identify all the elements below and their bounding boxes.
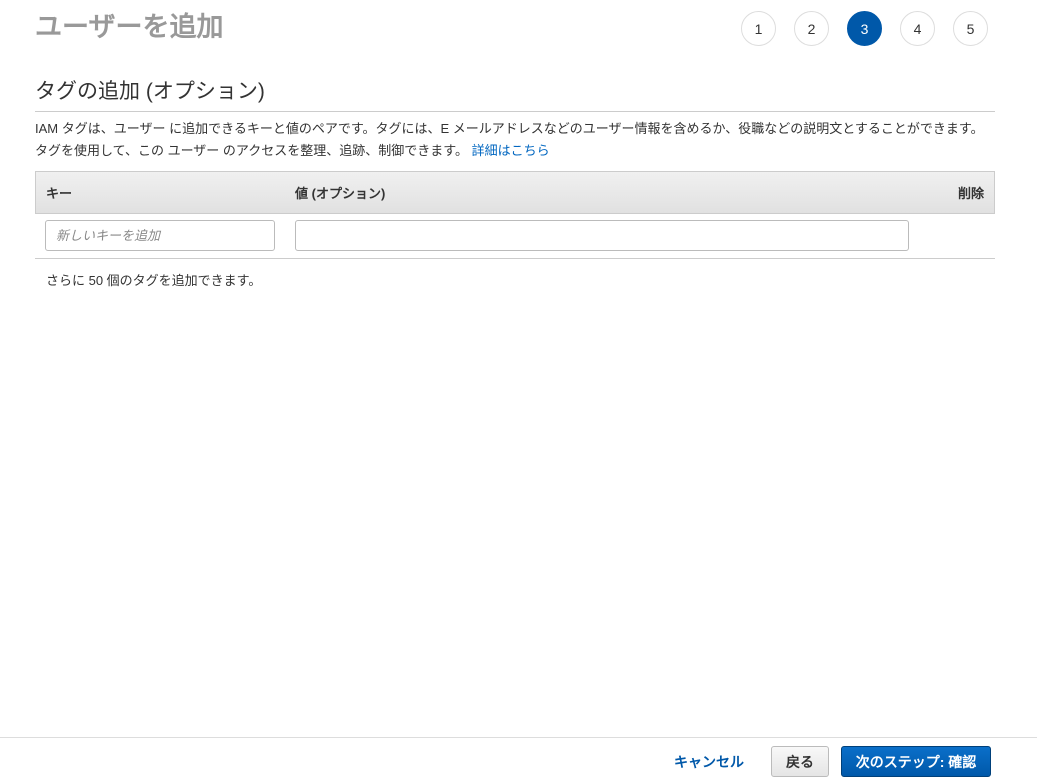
key-input[interactable] [45, 220, 275, 251]
next-review-button[interactable]: 次のステップ: 確認 [841, 746, 991, 777]
table-header: キー 値 (オプション) 削除 [35, 171, 995, 214]
column-key: キー [46, 186, 73, 201]
table-row [35, 214, 995, 259]
cancel-button[interactable]: キャンセル [674, 752, 744, 772]
learn-more-link[interactable]: 詳細はこちら [472, 143, 550, 158]
step-2[interactable]: 2 [794, 11, 829, 46]
section-description: IAM タグは、ユーザー に追加できるキーと値のペアです。タグには、E メールア… [35, 118, 995, 162]
page-title: ユーザーを追加 [35, 12, 224, 42]
value-input[interactable] [295, 220, 909, 251]
tags-table: キー 値 (オプション) 削除 [35, 171, 995, 259]
step-1[interactable]: 1 [741, 11, 776, 46]
remaining-tags-text: さらに 50 個のタグを追加できます。 [46, 273, 262, 288]
step-4[interactable]: 4 [900, 11, 935, 46]
back-button[interactable]: 戻る [771, 746, 829, 777]
column-delete: 削除 [957, 186, 984, 201]
section-title: タグの追加 (オプション) [35, 75, 995, 112]
footer: キャンセル 戻る 次のステップ: 確認 [0, 737, 1037, 781]
column-value: 値 (オプション) [295, 186, 386, 201]
step-5[interactable]: 5 [953, 11, 988, 46]
step-3[interactable]: 3 [847, 11, 882, 46]
wizard-steps: 1 2 3 4 5 [741, 11, 988, 46]
